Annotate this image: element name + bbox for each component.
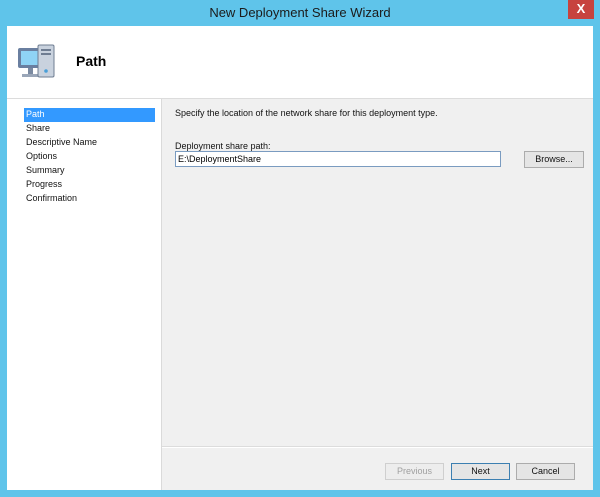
next-button[interactable]: Next (451, 463, 510, 480)
wizard-client-area: Path Path Share Descriptive Name Options… (7, 26, 593, 490)
footer-divider (162, 446, 593, 448)
deployment-share-path-label: Deployment share path: (175, 141, 271, 151)
step-confirmation[interactable]: Confirmation (24, 192, 155, 206)
close-button[interactable]: X (568, 0, 594, 19)
page-title: Path (76, 53, 107, 69)
wizard-content: Specify the location of the network shar… (162, 99, 593, 490)
previous-button[interactable]: Previous (385, 463, 444, 480)
step-summary[interactable]: Summary (24, 164, 155, 178)
wizard-header: Path (7, 26, 593, 99)
step-path[interactable]: Path (24, 108, 155, 122)
step-descriptive-name[interactable]: Descriptive Name (24, 136, 155, 150)
computer-icon (18, 44, 55, 78)
step-sidebar: Path Share Descriptive Name Options Summ… (7, 99, 162, 490)
window-title: New Deployment Share Wizard (209, 5, 391, 20)
instruction-text: Specify the location of the network shar… (175, 108, 438, 118)
deployment-share-path-input[interactable] (175, 151, 501, 167)
title-bar[interactable]: New Deployment Share Wizard X (0, 0, 600, 26)
browse-button[interactable]: Browse... (524, 151, 584, 168)
step-share[interactable]: Share (24, 122, 155, 136)
wizard-window: New Deployment Share Wizard X Path Path … (0, 0, 600, 497)
step-list: Path Share Descriptive Name Options Summ… (24, 108, 155, 206)
step-options[interactable]: Options (24, 150, 155, 164)
cancel-button[interactable]: Cancel (516, 463, 575, 480)
step-progress[interactable]: Progress (24, 178, 155, 192)
